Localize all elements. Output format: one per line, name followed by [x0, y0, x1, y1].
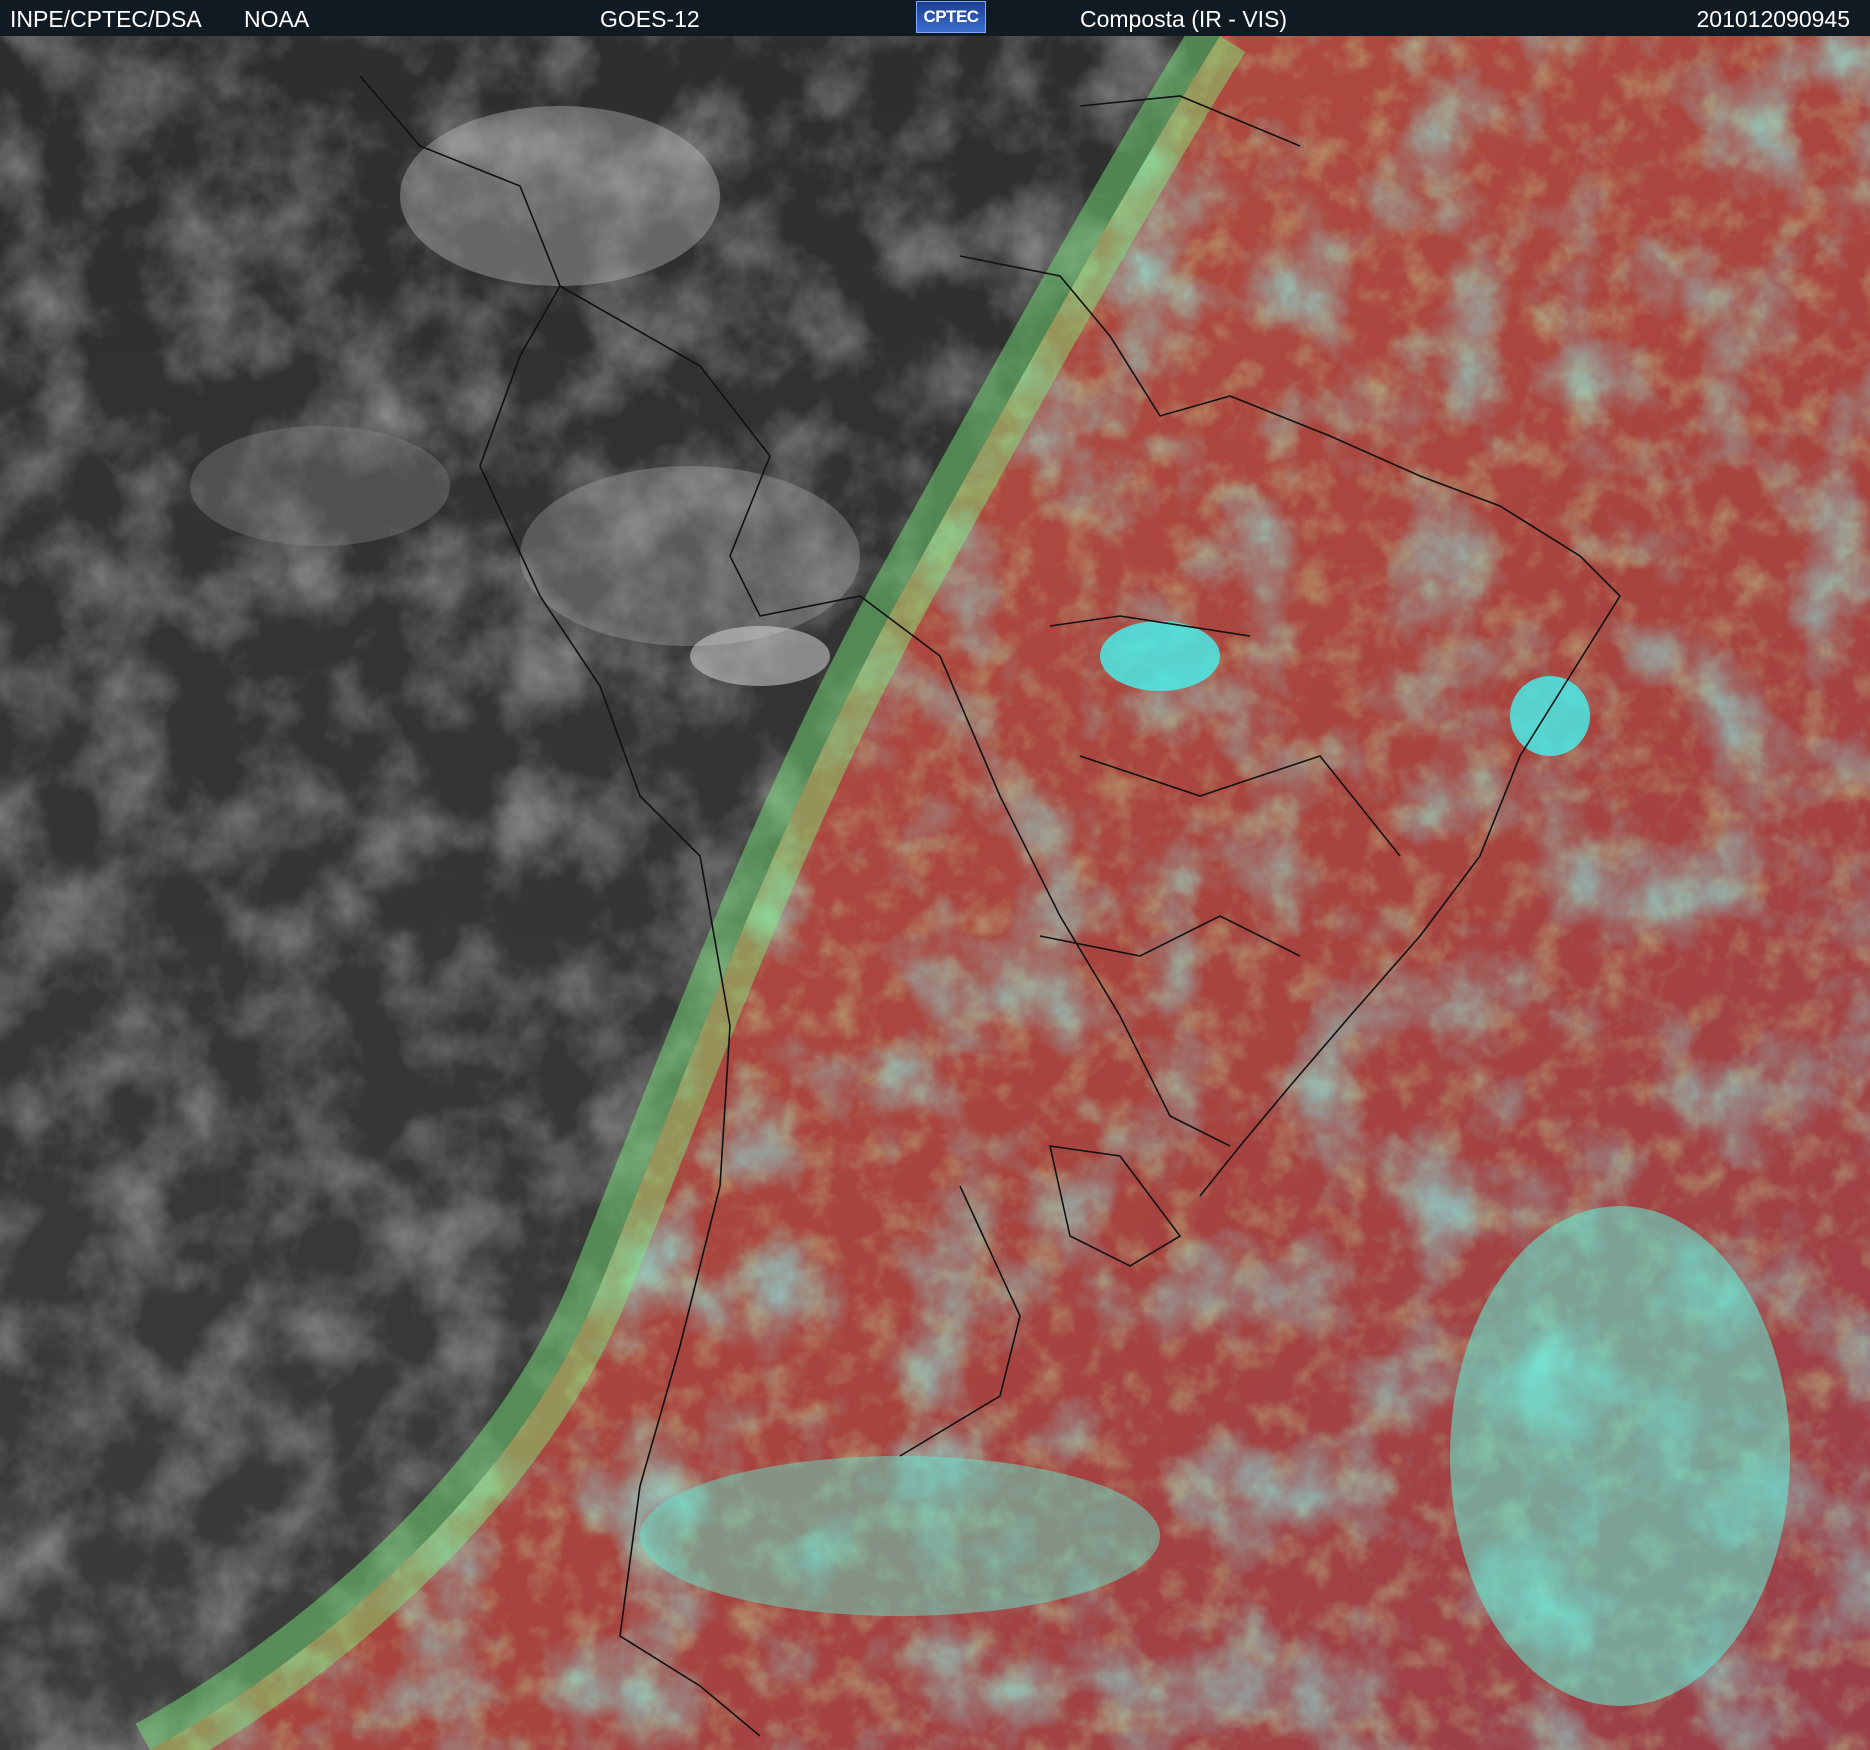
- header-bar: INPE/CPTEC/DSA NOAA GOES-12 CPTEC Compos…: [0, 0, 1870, 36]
- satellite-composite-map: [0, 36, 1870, 1750]
- agency-label: NOAA: [244, 6, 310, 32]
- product-label: Composta (IR - VIS): [1080, 6, 1288, 32]
- source-label: INPE/CPTEC/DSA: [10, 6, 202, 32]
- timestamp-label: 201012090945: [1696, 6, 1851, 32]
- cptec-logo-icon: CPTEC: [916, 1, 986, 33]
- satellite-label: GOES-12: [600, 6, 700, 32]
- satellite-image-viewer: INPE/CPTEC/DSA NOAA GOES-12 CPTEC Compos…: [0, 0, 1870, 1750]
